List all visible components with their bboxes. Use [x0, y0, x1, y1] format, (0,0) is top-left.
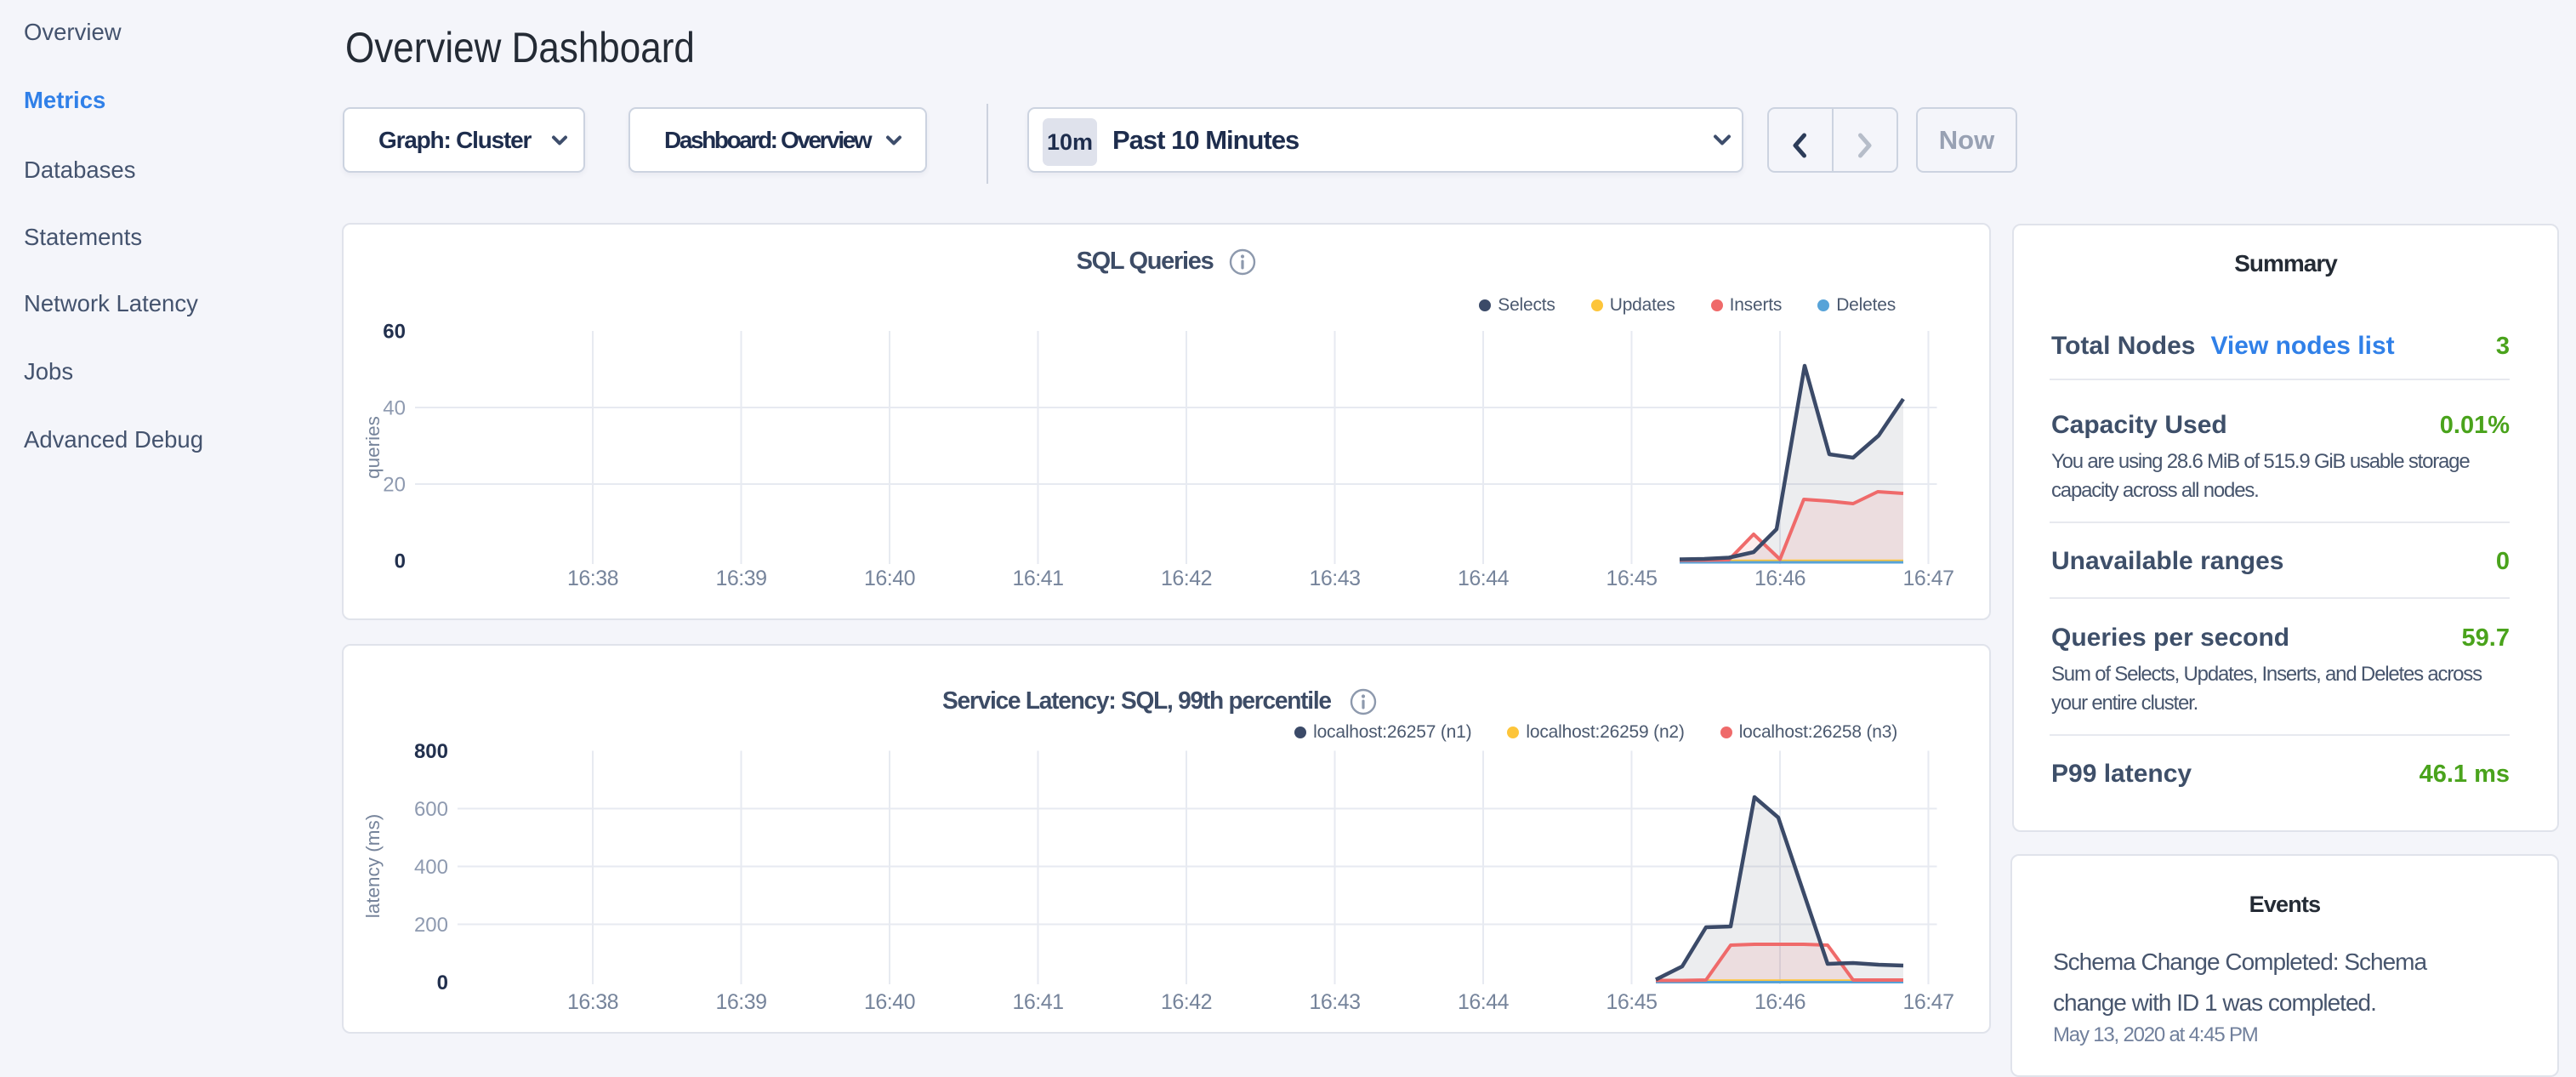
svg-text:16:44: 16:44 [1458, 567, 1510, 590]
svg-text:16:39: 16:39 [715, 567, 766, 590]
svg-text:400: 400 [414, 856, 448, 879]
svg-text:800: 800 [414, 740, 448, 763]
svg-text:16:42: 16:42 [1161, 567, 1212, 590]
svg-text:latency (ms): latency (ms) [362, 814, 384, 919]
svg-text:16:44: 16:44 [1458, 990, 1510, 1014]
svg-text:16:43: 16:43 [1309, 567, 1360, 590]
svg-text:16:40: 16:40 [864, 567, 915, 590]
svg-text:16:46: 16:46 [1754, 567, 1805, 590]
svg-text:queries: queries [362, 416, 384, 479]
svg-text:16:41: 16:41 [1012, 567, 1063, 590]
svg-text:20: 20 [383, 474, 406, 497]
svg-text:16:47: 16:47 [1902, 990, 1953, 1014]
svg-text:16:43: 16:43 [1309, 990, 1360, 1014]
svg-text:600: 600 [414, 798, 448, 821]
svg-text:0: 0 [437, 972, 448, 994]
svg-text:60: 60 [383, 321, 406, 344]
svg-text:40: 40 [383, 397, 406, 420]
svg-text:16:46: 16:46 [1754, 990, 1805, 1014]
svg-text:16:47: 16:47 [1902, 567, 1953, 590]
svg-text:0: 0 [395, 550, 406, 573]
svg-text:16:41: 16:41 [1012, 990, 1063, 1014]
svg-text:16:45: 16:45 [1606, 990, 1657, 1014]
svg-text:16:38: 16:38 [567, 990, 618, 1014]
svg-text:16:42: 16:42 [1161, 990, 1212, 1014]
svg-text:200: 200 [414, 914, 448, 937]
svg-text:16:39: 16:39 [715, 990, 766, 1014]
svg-text:16:45: 16:45 [1606, 567, 1657, 590]
svg-text:16:40: 16:40 [864, 990, 915, 1014]
svg-text:16:38: 16:38 [567, 567, 618, 590]
